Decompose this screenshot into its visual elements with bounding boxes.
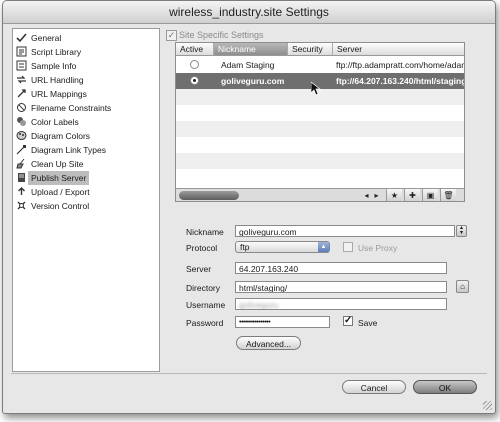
password-field[interactable]: •••••••••••••••• — [235, 316, 330, 328]
sidebar-item-version-control[interactable]: Version Control — [13, 199, 159, 213]
url-mappings-icon — [16, 88, 27, 99]
sidebar-item-url-mappings[interactable]: URL Mappings — [13, 87, 159, 101]
sidebar-item-sample-info[interactable]: Sample Info — [13, 59, 159, 73]
save-password-checkbox[interactable]: ✓ — [343, 316, 353, 326]
column-header-active[interactable]: Active — [176, 43, 214, 56]
nickname-label: Nickname — [186, 227, 224, 237]
column-header-nickname[interactable]: Nickname — [214, 43, 288, 56]
empty-row — [176, 105, 464, 121]
sidebar-item-upload-export[interactable]: Upload / Export — [13, 185, 159, 199]
sidebar-item-label: Script Library — [31, 47, 82, 57]
cancel-button[interactable]: Cancel — [342, 380, 406, 394]
star-icon[interactable]: ★ — [386, 189, 402, 201]
sidebar-item-label: Version Control — [31, 201, 90, 211]
scroll-right-icon[interactable]: ▸ — [369, 189, 384, 201]
server-table: Active Nickname Security Server Adam Sta… — [175, 42, 465, 202]
divider — [11, 373, 487, 374]
nickname-field[interactable]: goliveguru.com — [235, 225, 455, 237]
row-server: ftp://64.207.163.240/html/staging — [336, 76, 464, 86]
sidebar-item-clean-up-site[interactable]: Clean Up Site — [13, 157, 159, 171]
chevron-down-icon: ▲ — [318, 242, 329, 252]
sidebar-item-diagram-colors[interactable]: Diagram Colors — [13, 129, 159, 143]
nickname-stepper-icon[interactable]: ▴ ▾ — [456, 225, 467, 237]
upload-icon — [16, 186, 27, 197]
sidebar-item-label: Sample Info — [31, 61, 77, 71]
username-label: Username — [186, 300, 226, 310]
table-toolbar: ◂ ▸ ★ ✚ ▣ 🗑 — [176, 188, 464, 201]
sidebar-item-script-library[interactable]: Script Library — [13, 45, 159, 59]
horizontal-scrollbar[interactable] — [179, 191, 239, 200]
browse-folder-icon[interactable]: ⌂ — [456, 280, 469, 293]
row-nickname: Adam Staging — [221, 60, 275, 70]
sidebar-item-label: Clean Up Site — [31, 159, 84, 169]
use-proxy-checkbox[interactable] — [343, 242, 353, 252]
empty-row — [176, 153, 464, 169]
sidebar-item-url-handling[interactable]: URL Handling — [13, 73, 159, 87]
info-icon — [16, 60, 27, 71]
resize-grip-icon[interactable] — [483, 401, 492, 410]
window-title: wireless_industry.site Settings — [3, 1, 495, 24]
column-header-server[interactable]: Server — [333, 43, 464, 56]
protocol-value: ftp — [240, 242, 250, 252]
script-icon — [16, 46, 27, 57]
active-radio[interactable] — [190, 60, 199, 69]
server-label: Server — [186, 264, 212, 274]
site-specific-label: Site Specific Settings — [179, 30, 264, 40]
server-field[interactable]: 64.207.163.240 — [235, 262, 447, 274]
trash-icon[interactable]: 🗑 — [440, 189, 456, 201]
link-types-icon — [16, 144, 27, 155]
mouse-pointer-icon — [311, 82, 321, 96]
use-proxy-label: Use Proxy — [358, 243, 398, 253]
table-row[interactable]: Adam Staging ftp://ftp.adampratt.com/hom… — [176, 57, 464, 73]
palette-icon — [16, 130, 27, 141]
row-server: ftp://ftp.adampratt.com/home/adam — [336, 60, 464, 70]
sidebar-item-label: Diagram Colors — [31, 131, 91, 141]
directory-field[interactable]: html/staging/ — [235, 281, 447, 293]
site-specific-checkbox[interactable]: ✓ — [166, 30, 177, 41]
protocol-select[interactable]: ftp ▲ — [235, 241, 330, 253]
sidebar-item-label: URL Handling — [31, 75, 84, 85]
version-control-icon — [16, 200, 27, 211]
save-icon[interactable]: ▣ — [422, 189, 438, 201]
settings-window: wireless_industry.site Settings General … — [2, 0, 496, 414]
username-field[interactable]: goliveguru — [235, 298, 447, 310]
empty-row — [176, 169, 464, 185]
directory-label: Directory — [186, 283, 221, 293]
add-icon[interactable]: ✚ — [404, 189, 420, 201]
sidebar-item-label: Publish Server — [28, 171, 90, 185]
checkmark-icon — [16, 32, 27, 43]
sidebar-item-general[interactable]: General — [13, 31, 159, 45]
password-label: Password — [186, 318, 224, 328]
url-handling-icon — [16, 74, 27, 85]
active-radio[interactable] — [190, 76, 199, 85]
filename-icon — [16, 102, 27, 113]
sidebar-item-filename-constraints[interactable]: Filename Constraints — [13, 101, 159, 115]
save-password-label: Save — [358, 318, 378, 328]
ok-button[interactable]: OK — [413, 380, 477, 394]
sidebar-item-label: General — [31, 33, 62, 43]
sidebar-item-label: Upload / Export — [31, 187, 90, 197]
empty-row — [176, 121, 464, 137]
sidebar-item-diagram-link-types[interactable]: Diagram Link Types — [13, 143, 159, 157]
color-labels-icon — [16, 116, 27, 127]
sidebar-item-label: Color Labels — [31, 117, 79, 127]
sidebar: General Script Library Sample Info URL H… — [12, 28, 160, 372]
sidebar-item-label: Diagram Link Types — [31, 145, 106, 155]
empty-row — [176, 137, 464, 153]
broom-icon — [16, 158, 27, 169]
advanced-button[interactable]: Advanced... — [236, 336, 301, 350]
protocol-label: Protocol — [186, 243, 218, 253]
sidebar-item-label: URL Mappings — [31, 89, 87, 99]
server-icon — [16, 172, 27, 183]
sidebar-item-publish-server[interactable]: Publish Server — [13, 171, 159, 185]
sidebar-item-label: Filename Constraints — [31, 103, 112, 113]
sidebar-item-color-labels[interactable]: Color Labels — [13, 115, 159, 129]
column-header-security[interactable]: Security — [288, 43, 333, 56]
